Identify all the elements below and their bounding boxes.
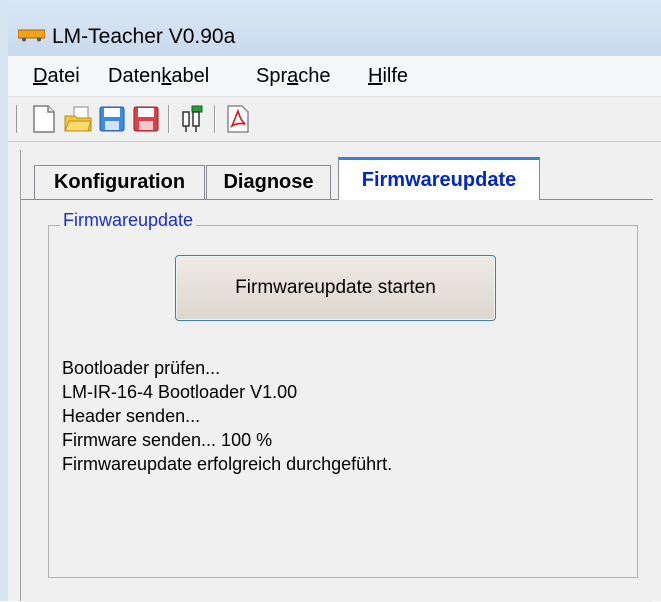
data-cable-icon [182, 105, 203, 132]
log-line: Firmware senden... 100 % [62, 430, 273, 450]
toolbar [8, 97, 661, 142]
save-button[interactable] [96, 103, 128, 135]
open-button[interactable] [62, 103, 94, 135]
menu-datei[interactable]: Datei [33, 65, 80, 88]
new-button[interactable] [28, 103, 60, 135]
tab-firmwareupdate[interactable]: Firmwareupdate [338, 157, 540, 200]
save-as-button[interactable] [130, 103, 162, 135]
tab-label: Firmwareupdate [361, 168, 517, 191]
save-as-icon [133, 106, 159, 132]
open-folder-icon [64, 106, 92, 132]
log-line: LM-IR-16-4 Bootloader V1.00 [62, 382, 298, 402]
window-title: LM-Teacher V0.90a [52, 25, 236, 48]
save-icon [99, 106, 125, 132]
start-firmwareupdate-button[interactable]: Firmwareupdate starten [175, 255, 496, 321]
toolbar-separator [168, 105, 170, 133]
toolbar-grip[interactable] [16, 105, 20, 133]
menu-datenkabel[interactable]: Datenkabel [108, 65, 209, 88]
menu-hilfe[interactable]: Hilfe [368, 65, 408, 88]
tab-label: Diagnose [223, 171, 314, 193]
menu-bar: Datei Datenkabel Sprache Hilfe [8, 56, 661, 97]
menu-sprache[interactable]: Sprache [256, 65, 331, 88]
tab-konfiguration[interactable]: Konfiguration [34, 165, 205, 199]
app-icon [18, 29, 45, 42]
groupbox-title: Firmwareupdate [60, 210, 197, 231]
log-line: Bootloader prüfen... [62, 358, 221, 378]
new-file-icon [33, 105, 55, 133]
status-log: Bootloader prüfen... LM-IR-16-4 Bootload… [62, 356, 392, 476]
tab-label: Konfiguration [53, 171, 186, 193]
pdf-icon [227, 105, 249, 133]
toolbar-separator [214, 105, 216, 133]
log-line: Firmwareupdate erfolgreich durchgeführt. [62, 454, 393, 474]
log-line: Header senden... [62, 406, 201, 426]
title-bar[interactable]: LM-Teacher V0.90a [8, 0, 661, 56]
pdf-button[interactable] [222, 103, 254, 135]
data-cable-button[interactable] [176, 103, 208, 135]
tab-diagnose[interactable]: Diagnose [206, 165, 331, 199]
